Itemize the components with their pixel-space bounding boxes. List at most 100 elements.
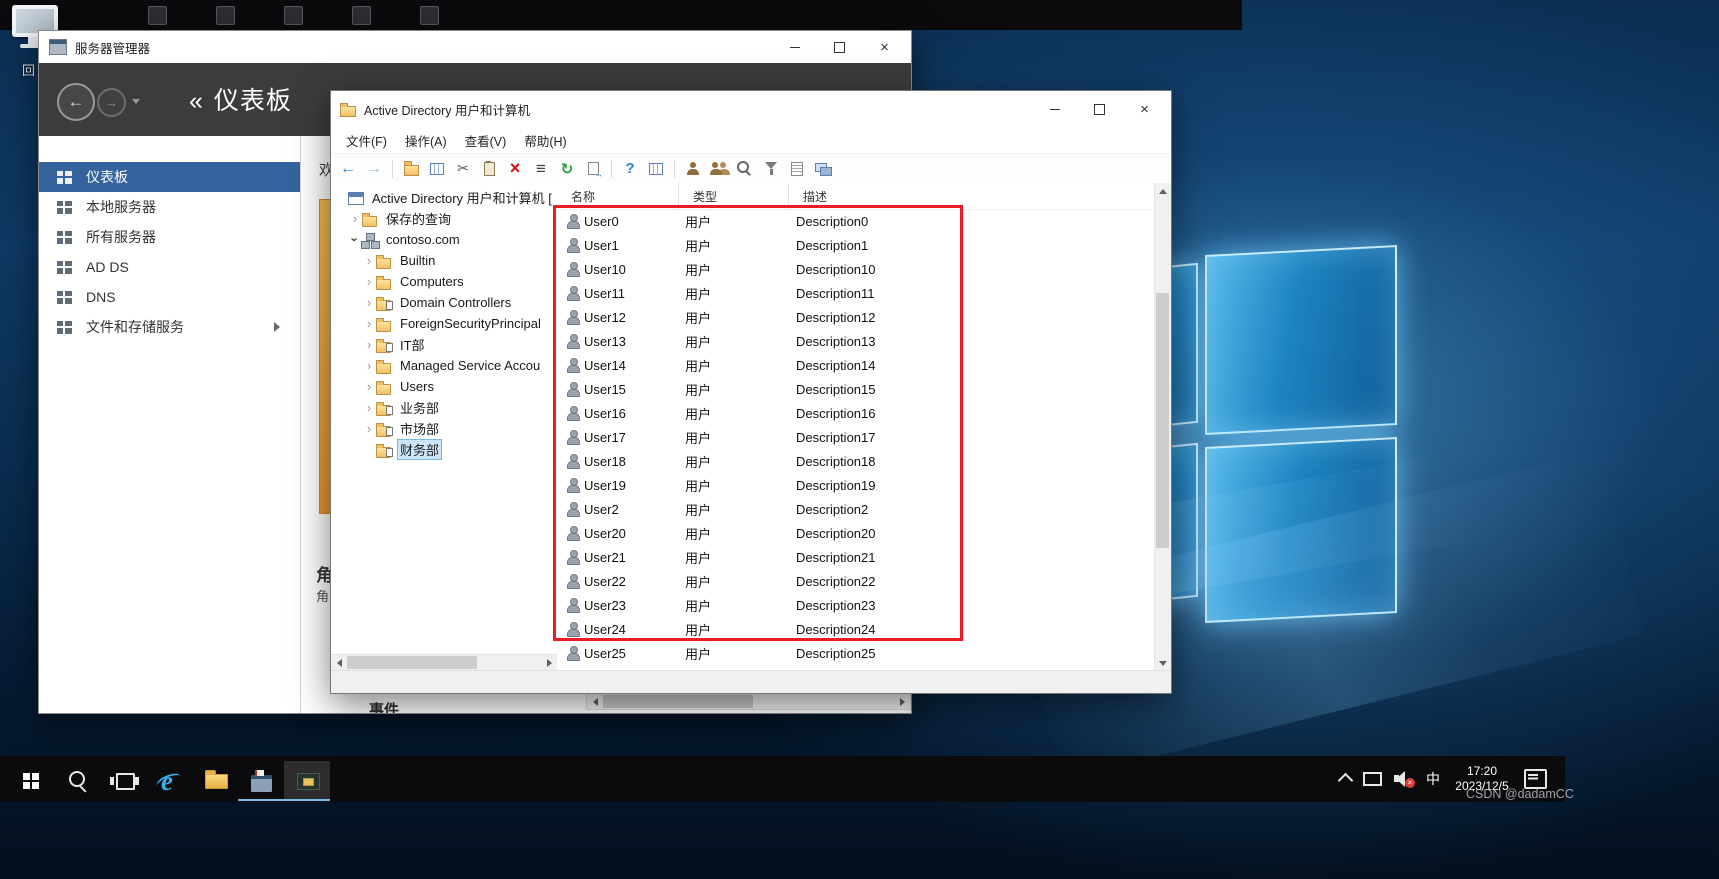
back-icon[interactable]	[337, 158, 359, 180]
menu-item[interactable]: 查看(V)	[456, 131, 516, 150]
mmc-console-button[interactable]	[284, 760, 330, 801]
chevron-collapsed-icon[interactable]	[363, 337, 375, 353]
list-vertical-scrollbar[interactable]	[1154, 183, 1171, 671]
maximize-button[interactable]	[817, 31, 862, 63]
sm-sidebar-item[interactable]: 本地服务器	[39, 192, 300, 222]
chevron-collapsed-icon[interactable]	[363, 421, 375, 437]
back-button[interactable]: ←	[57, 83, 95, 121]
user-row[interactable]: User17 用户 Description17	[557, 425, 1155, 449]
cut-icon[interactable]	[452, 158, 474, 180]
user-row[interactable]: User2 用户 Description2	[557, 497, 1155, 521]
chevron-collapsed-icon[interactable]	[363, 274, 375, 290]
scroll-down-icon[interactable]	[1155, 655, 1170, 671]
sm-sidebar-item[interactable]: 仪表板	[39, 162, 300, 192]
chevron-collapsed-icon[interactable]	[349, 211, 361, 227]
tree-item[interactable]: 保存的查询	[331, 208, 557, 229]
delete-icon[interactable]	[504, 158, 526, 180]
sm-sidebar-item[interactable]: AD DS	[39, 252, 300, 282]
sm-sidebar-item[interactable]: 所有服务器	[39, 222, 300, 252]
user-row[interactable]: User24 用户 Description24	[557, 617, 1155, 641]
user-row[interactable]: User19 用户 Description19	[557, 473, 1155, 497]
forward-button[interactable]: →	[97, 88, 126, 117]
column-header[interactable]: 类型	[679, 183, 789, 209]
scrollbar-thumb[interactable]	[1156, 293, 1169, 548]
computers-icon[interactable]	[812, 158, 834, 180]
properties-icon[interactable]	[426, 158, 448, 180]
tree-item[interactable]: Domain Controllers	[331, 292, 557, 313]
scrollbar-thumb[interactable]	[603, 695, 753, 708]
chevron-collapsed-icon[interactable]	[363, 358, 375, 374]
menu-item[interactable]: 帮助(H)	[515, 131, 575, 150]
tree-item[interactable]: 财务部	[331, 439, 557, 460]
scrollbar-thumb[interactable]	[347, 656, 477, 669]
tree-item[interactable]: contoso.com	[331, 229, 557, 250]
sm-sidebar-item[interactable]: DNS	[39, 282, 300, 312]
close-button[interactable]: ×	[862, 31, 907, 63]
minimize-button[interactable]	[772, 31, 817, 63]
tree-item[interactable]: Computers	[331, 271, 557, 292]
forward-icon[interactable]	[363, 158, 385, 180]
chevron-collapsed-icon[interactable]	[363, 400, 375, 416]
tree-item[interactable]: Managed Service Accou	[331, 355, 557, 376]
chevron-collapsed-icon[interactable]	[363, 295, 375, 311]
user-row[interactable]: User11 用户 Description11	[557, 281, 1155, 305]
sm-sidebar-item[interactable]: 文件和存储服务	[39, 312, 300, 342]
tree-item[interactable]: Users	[331, 376, 557, 397]
user-row[interactable]: User14 用户 Description14	[557, 353, 1155, 377]
chevron-collapsed-icon[interactable]	[363, 316, 375, 332]
column-header[interactable]: 名称	[557, 183, 679, 209]
task-view-button[interactable]	[100, 761, 146, 801]
aduc-titlebar[interactable]: Active Directory 用户和计算机 ×	[331, 91, 1171, 127]
chevron-expanded-icon[interactable]	[349, 232, 361, 248]
export-list-icon[interactable]	[582, 158, 604, 180]
volume-muted-icon[interactable]: ×	[1393, 770, 1415, 788]
create-user-icon[interactable]	[682, 158, 704, 180]
internet-explorer-button[interactable]	[146, 761, 192, 801]
refresh-icon[interactable]	[556, 158, 578, 180]
user-row[interactable]: User0 用户 Description0	[557, 209, 1155, 233]
tree-item[interactable]: 业务部	[331, 397, 557, 418]
user-row[interactable]: User23 用户 Description23	[557, 593, 1155, 617]
server-manager-button[interactable]	[238, 761, 284, 801]
tray-chevron-up-icon[interactable]	[1337, 772, 1354, 789]
user-row[interactable]: User12 用户 Description12	[557, 305, 1155, 329]
user-row[interactable]: User20 用户 Description20	[557, 521, 1155, 545]
filter-icon[interactable]	[760, 158, 782, 180]
menu-item[interactable]: 操作(A)	[396, 131, 456, 150]
user-row[interactable]: User22 用户 Description22	[557, 569, 1155, 593]
find-icon[interactable]	[734, 158, 756, 180]
tree-item[interactable]: Builtin	[331, 250, 557, 271]
start-button[interactable]	[8, 761, 54, 801]
menu-item[interactable]: 文件(F)	[337, 131, 396, 150]
minimize-button[interactable]	[1032, 91, 1077, 127]
view-options-icon[interactable]	[645, 158, 667, 180]
paste-icon[interactable]	[478, 158, 500, 180]
scroll-right-icon[interactable]	[894, 694, 910, 709]
tree-item[interactable]: Active Directory 用户和计算机 [	[331, 187, 557, 208]
maximize-button[interactable]	[1077, 91, 1122, 127]
user-row[interactable]: User1 用户 Description1	[557, 233, 1155, 257]
edit-icon[interactable]	[786, 158, 808, 180]
user-row[interactable]: User10 用户 Description10	[557, 257, 1155, 281]
scroll-right-icon[interactable]	[541, 655, 557, 670]
chevron-collapsed-icon[interactable]	[363, 379, 375, 395]
sm-horizontal-scrollbar[interactable]	[586, 693, 911, 710]
action-center-icon[interactable]	[1524, 769, 1547, 789]
network-icon[interactable]	[1362, 771, 1382, 787]
tree-item[interactable]: IT部	[331, 334, 557, 355]
user-row[interactable]: User16 用户 Description16	[557, 401, 1155, 425]
chevron-collapsed-icon[interactable]	[363, 253, 375, 269]
tree-horizontal-scrollbar[interactable]	[331, 654, 557, 671]
user-row[interactable]: User21 用户 Description21	[557, 545, 1155, 569]
user-row[interactable]: User18 用户 Description18	[557, 449, 1155, 473]
user-row[interactable]: User25 用户 Description25	[557, 641, 1155, 665]
tree-item[interactable]: 市场部	[331, 418, 557, 439]
create-group-icon[interactable]	[708, 158, 730, 180]
list-view-icon[interactable]	[530, 158, 552, 180]
scroll-up-icon[interactable]	[1155, 183, 1170, 199]
search-button[interactable]	[54, 761, 100, 801]
user-row[interactable]: User15 用户 Description15	[557, 377, 1155, 401]
scroll-left-icon[interactable]	[331, 655, 347, 670]
submenu-arrow-icon[interactable]	[274, 322, 280, 332]
tree-item[interactable]: ForeignSecurityPrincipal	[331, 313, 557, 334]
